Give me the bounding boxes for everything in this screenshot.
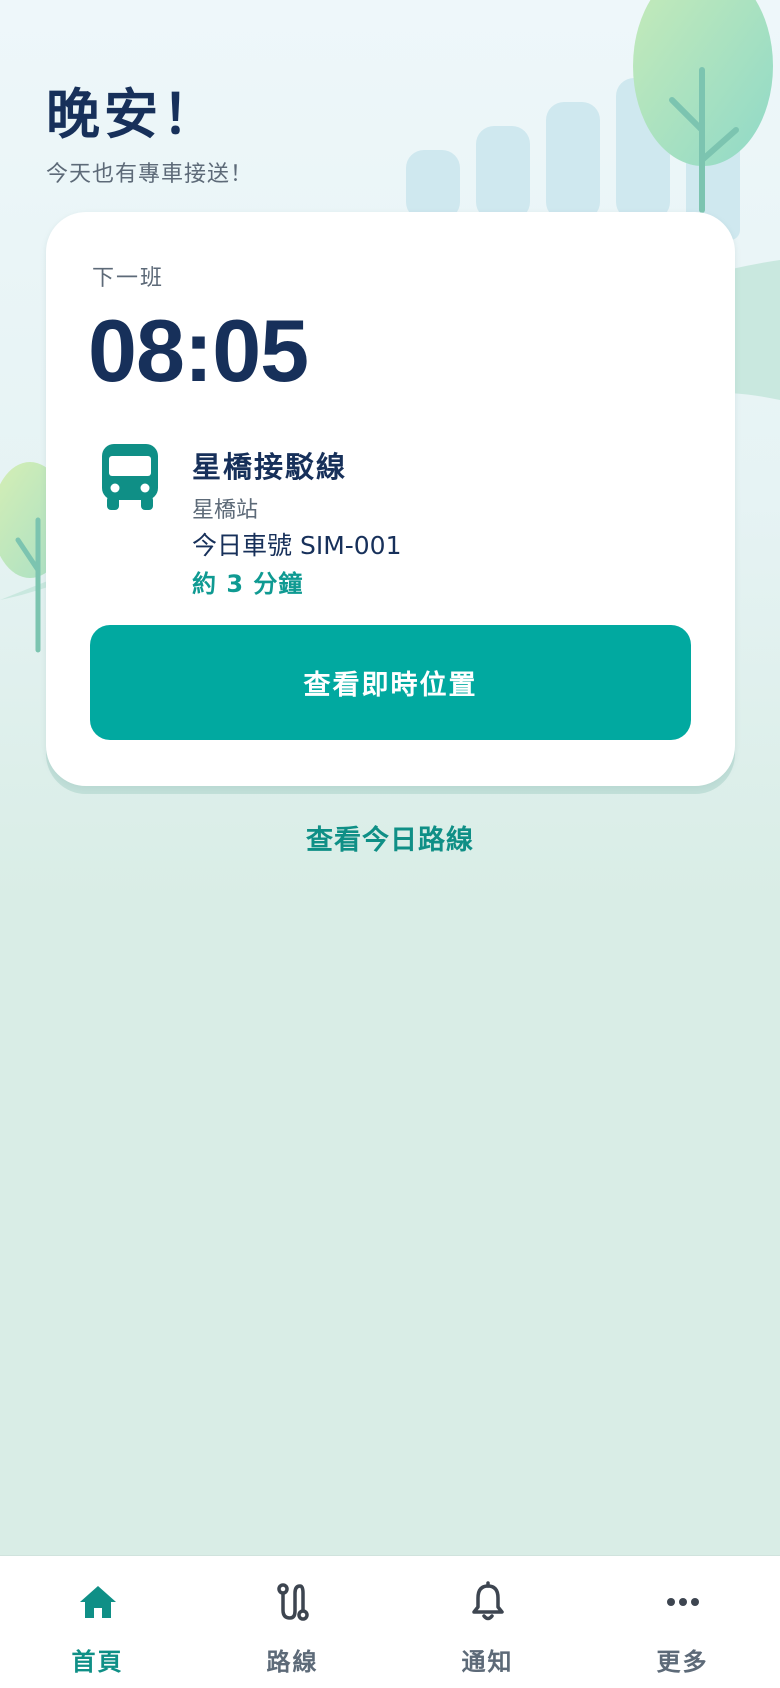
bus-icon [102, 444, 158, 510]
tab-label-more: 更多 [656, 1648, 709, 1676]
departure-time: 08:05 [88, 301, 309, 400]
building-shape [406, 150, 460, 220]
today-route-link[interactable]: 查看今日路線 [0, 818, 780, 857]
tab-notifications[interactable]: 通知 [390, 1556, 585, 1688]
greeting-subtitle: 今天也有專車接送！ [46, 162, 254, 187]
home-icon [79, 1586, 116, 1618]
tab-home[interactable]: 首頁 [0, 1556, 195, 1688]
tab-label-notifications: 通知 [461, 1648, 514, 1676]
station-name: 星橋站 [192, 498, 259, 523]
tab-more[interactable]: 更多 [585, 1556, 780, 1688]
next-ride-label: 下一班 [92, 266, 165, 291]
route-icon [276, 1583, 309, 1621]
eta-text: 約 3 分鐘 [192, 570, 304, 598]
next-ride-card: 下一班 08:05 星橋接駁線 星橋站 今日車號 SIM-001 約 3 分鐘 … [46, 212, 735, 786]
route-name: 星橋接駁線 [192, 450, 348, 484]
tab-label-routes: 路線 [266, 1648, 319, 1676]
bottom-tab-bar: 首頁 路線 通知 更多 [0, 1556, 780, 1688]
more-icon [666, 1598, 699, 1606]
bell-icon [471, 1581, 504, 1621]
tab-label-home: 首頁 [71, 1648, 124, 1676]
tab-routes[interactable]: 路線 [195, 1556, 390, 1688]
building-shape [546, 102, 600, 220]
greeting-title: 晚安！ [46, 83, 220, 146]
building-shape [476, 126, 530, 220]
vehicle-plate: 今日車號 SIM-001 [192, 531, 402, 560]
live-location-button[interactable]: 查看即時位置 [90, 625, 691, 740]
